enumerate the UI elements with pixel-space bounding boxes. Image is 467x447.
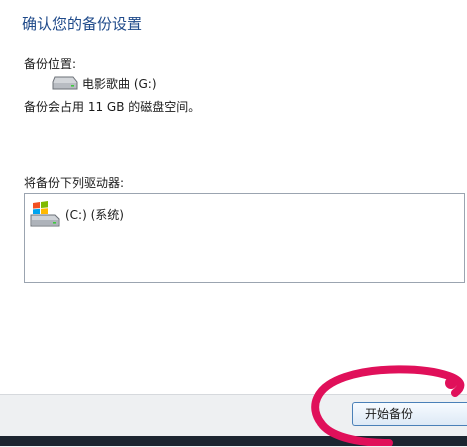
windows-drive-icon bbox=[30, 201, 60, 227]
taskbar bbox=[0, 436, 467, 446]
target-drive: 电影歌曲 (G:) bbox=[52, 73, 157, 93]
drives-list-label: 将备份下列驱动器: bbox=[24, 176, 125, 190]
hard-drive-icon bbox=[52, 76, 78, 90]
target-drive-label: 电影歌曲 (G:) bbox=[82, 76, 157, 91]
list-item[interactable]: (C:) (系统) bbox=[29, 200, 124, 228]
start-backup-button[interactable]: 开始备份 bbox=[352, 402, 467, 426]
drives-list[interactable]: (C:) (系统) bbox=[24, 193, 465, 283]
drive-label: (C:) (系统) bbox=[65, 207, 124, 222]
space-usage-note: 备份会占用 11 GB 的磁盘空间。 bbox=[24, 100, 201, 114]
page-title: 确认您的备份设置 bbox=[22, 15, 143, 33]
backup-location-label: 备份位置: bbox=[24, 57, 77, 71]
